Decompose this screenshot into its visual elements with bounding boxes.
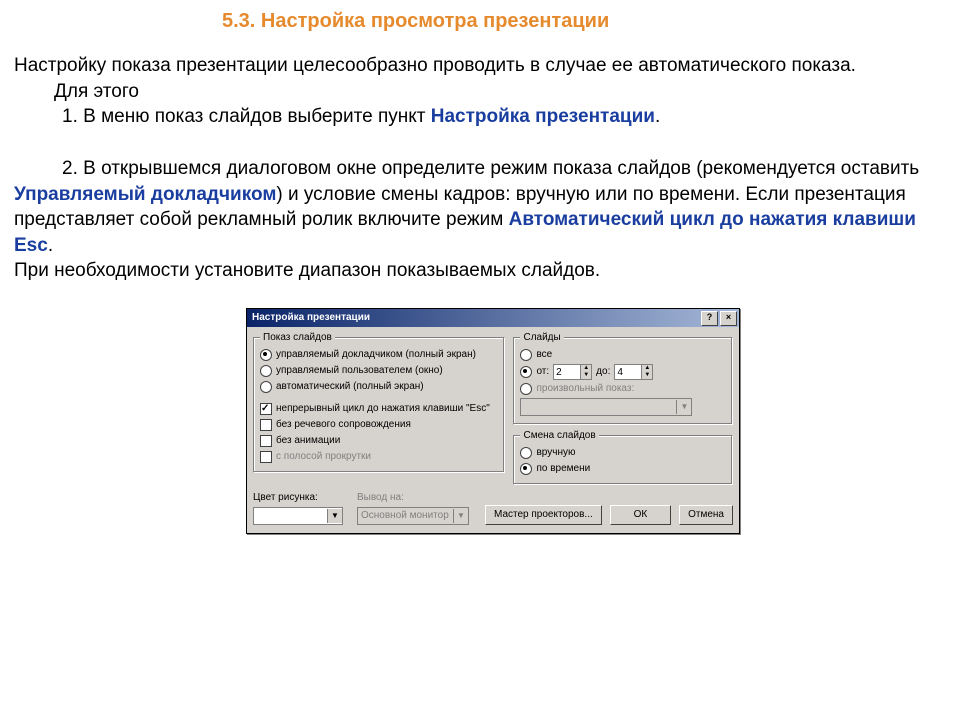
radio-all-slides[interactable] [520, 349, 532, 361]
paragraph-intro: Настройку показа презентации целесообраз… [14, 53, 946, 79]
radio-manual[interactable] [520, 447, 532, 459]
cancel-button[interactable]: Отмена [679, 505, 733, 525]
paragraph-lead: Для этого [14, 79, 946, 105]
radio-user[interactable] [260, 365, 272, 377]
radio-custom-show [520, 383, 532, 395]
body-text: Настройку показа презентации целесообраз… [14, 53, 946, 284]
combo-custom-show: ▼ [520, 398, 692, 416]
check-no-animation[interactable] [260, 435, 272, 447]
section-heading: 5.3. Настройка просмотра презентации [14, 8, 946, 35]
projector-wizard-button[interactable]: Мастер проекторов... [485, 505, 602, 525]
check-no-narration[interactable] [260, 419, 272, 431]
radio-timings[interactable] [520, 463, 532, 475]
setup-dialog: Настройка презентации ? × Показ слайдов … [246, 308, 740, 534]
em-setup: Настройка презентации [431, 106, 655, 127]
spin-to[interactable]: ▲▼ [614, 364, 653, 380]
close-button[interactable]: × [720, 311, 737, 326]
check-scrollbar [260, 451, 272, 463]
paragraph-range: При необходимости установите диапазон по… [14, 258, 946, 284]
radio-range[interactable] [520, 366, 532, 378]
combo-pen-color[interactable]: ▼ [253, 507, 343, 525]
step-1: 1. В меню показ слайдов выберите пункт Н… [14, 104, 946, 130]
em-presenter: Управляемый докладчиком [14, 184, 276, 205]
label-pen-color: Цвет рисунка: [253, 491, 343, 505]
label-output: Вывод на: [357, 491, 469, 505]
group-show-type: Показ слайдов управляемый докладчиком (п… [253, 337, 505, 473]
dialog-titlebar[interactable]: Настройка презентации ? × [247, 309, 739, 327]
check-loop[interactable] [260, 403, 272, 415]
help-button[interactable]: ? [701, 311, 718, 326]
ok-button[interactable]: ОК [610, 505, 671, 525]
group-advance: Смена слайдов вручную по времени [513, 435, 733, 485]
step-2: 2. В открывшемся диалоговом окне определ… [14, 156, 946, 259]
group-slides-range: Слайды все от: ▲▼ до: ▲▼ произвольный по… [513, 337, 733, 425]
dialog-title: Настройка презентации [252, 311, 370, 325]
radio-presenter[interactable] [260, 349, 272, 361]
spin-from[interactable]: ▲▼ [553, 364, 592, 380]
combo-output: Основной монитор▼ [357, 507, 469, 525]
radio-auto[interactable] [260, 381, 272, 393]
